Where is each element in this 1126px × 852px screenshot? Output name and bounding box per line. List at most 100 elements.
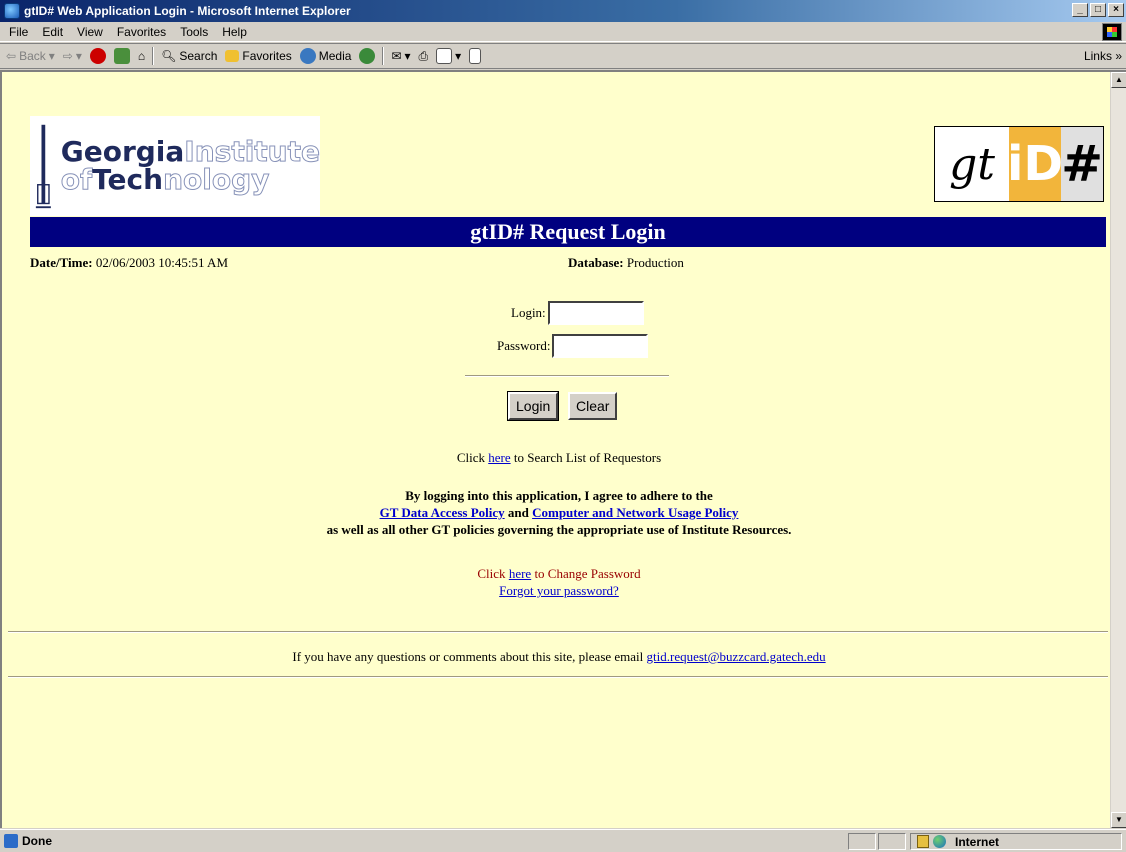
zone-label: Internet <box>955 834 1000 849</box>
menu-favorites[interactable]: Favorites <box>110 25 173 39</box>
edit-button[interactable]: ▾ <box>432 48 465 64</box>
search-requestors-line: Click here to Search List of Requestors <box>8 450 1110 466</box>
forgot-password-link[interactable]: Forgot your password? <box>499 583 619 598</box>
scroll-down-icon[interactable]: ▼ <box>1111 812 1126 828</box>
mail-icon: ✉ <box>391 49 402 63</box>
menu-bar: File Edit View Favorites Tools Help <box>0 22 1126 42</box>
menu-file[interactable]: File <box>2 25 35 39</box>
login-button[interactable]: Login <box>506 391 560 421</box>
footer-text: If you have any questions or comments ab… <box>292 649 644 664</box>
change-suffix: to Change Password <box>534 566 641 581</box>
favorites-label: Favorites <box>242 49 292 63</box>
favorites-button[interactable]: Favorites <box>221 49 295 63</box>
policy-and: and <box>507 505 529 520</box>
close-button[interactable]: × <box>1108 3 1124 17</box>
search-prefix: Click <box>456 450 485 465</box>
chevron-down-icon: ▾ <box>404 49 411 63</box>
search-requestors-link[interactable]: here <box>488 450 510 465</box>
refresh-button[interactable] <box>110 48 134 64</box>
georgia-tech-logo: GeorgiaInstitute ofTechnology <box>30 116 320 216</box>
history-icon <box>359 48 376 64</box>
login-row: Login: <box>511 301 644 325</box>
toolbar: ⇦ Back ▾ ⇨ ▾ ⌂ 🔍︎ Search Favorites Media… <box>0 43 1126 69</box>
print-icon: ⎙ <box>418 48 429 63</box>
footer-email-link[interactable]: gtid.request@buzzcard.gatech.edu <box>647 649 826 664</box>
stop-button[interactable] <box>86 48 110 64</box>
login-input[interactable] <box>547 301 644 325</box>
database-row: Database: Production <box>568 255 684 271</box>
links-label: Links <box>1083 49 1112 63</box>
minimize-button[interactable]: _ <box>1072 3 1088 17</box>
history-button[interactable] <box>355 48 379 64</box>
media-label: Media <box>318 49 352 63</box>
title-bar: gtID# Web Application Login - Microsoft … <box>0 0 1126 22</box>
ie-icon <box>4 3 20 19</box>
scroll-up-icon[interactable]: ▲ <box>1111 72 1126 88</box>
password-label: Password: <box>497 338 551 353</box>
clear-button[interactable]: Clear <box>568 392 618 420</box>
search-label: Search <box>179 49 218 63</box>
discuss-button[interactable] <box>465 48 485 64</box>
logo-tech: Tech <box>92 163 164 196</box>
status-pane <box>848 833 876 850</box>
gtid-logo: gt iD # <box>934 126 1104 202</box>
database-label: Database: <box>568 255 624 270</box>
change-password-line: Click here to Change Password <box>8 566 1110 582</box>
change-prefix: Click <box>477 566 506 581</box>
datetime-row: Date/Time: 02/06/2003 10:45:51 AM <box>30 255 228 271</box>
search-icon: 🔍︎ <box>161 49 177 63</box>
menu-edit[interactable]: Edit <box>35 25 70 39</box>
back-arrow-icon: ⇦ <box>6 49 17 63</box>
security-zone[interactable]: Internet <box>910 833 1122 850</box>
back-label: Back <box>19 49 46 63</box>
data-access-policy-link[interactable]: GT Data Access Policy <box>380 505 505 520</box>
menu-tools[interactable]: Tools <box>173 25 215 39</box>
menu-view[interactable]: View <box>70 25 110 39</box>
print-button[interactable]: ⎙ <box>415 49 433 64</box>
edit-icon <box>436 48 453 64</box>
footer-divider-bottom <box>8 676 1108 678</box>
media-button[interactable]: Media <box>296 48 356 64</box>
status-area: Done <box>0 834 52 848</box>
search-button[interactable]: 🔍︎ Search <box>157 49 221 63</box>
policy-line-2: GT Data Access Policy and Computer and N… <box>8 505 1110 521</box>
forward-arrow-icon: ⇨ <box>62 49 73 63</box>
chevron-down-icon: ▾ <box>48 49 55 63</box>
toolbar-separator <box>382 47 385 65</box>
policy-line-3: as well as all other GT policies governi… <box>326 522 792 537</box>
menu-help[interactable]: Help <box>215 25 254 39</box>
status-pane <box>878 833 906 850</box>
page-done-icon <box>4 834 18 848</box>
back-button[interactable]: ⇦ Back ▾ <box>2 49 59 63</box>
status-text: Done <box>22 834 52 848</box>
datetime-label: Date/Time: <box>30 255 93 270</box>
database-value: Production <box>626 255 684 270</box>
globe-icon <box>933 835 946 848</box>
windows-logo-icon <box>1102 23 1122 41</box>
usage-policy-link[interactable]: Computer and Network Usage Policy <box>532 505 738 520</box>
chevron-down-icon: ▾ <box>75 49 82 63</box>
favorites-icon <box>225 50 240 62</box>
forward-button[interactable]: ⇨ ▾ <box>59 49 86 63</box>
change-password-link[interactable]: here <box>509 566 531 581</box>
page-content: GeorgiaInstitute ofTechnology gt iD # gt… <box>8 96 1110 828</box>
discuss-icon <box>469 48 482 64</box>
maximize-button[interactable]: □ <box>1090 3 1106 17</box>
mail-button[interactable]: ✉ ▾ <box>387 49 414 63</box>
form-divider <box>465 375 669 377</box>
footer-divider-top <box>8 631 1108 633</box>
gtid-logo-gt: gt <box>935 127 1010 201</box>
footer-line: If you have any questions or comments ab… <box>8 649 1110 665</box>
media-icon <box>299 48 316 64</box>
password-input[interactable] <box>552 334 649 358</box>
page-title-banner: gtID# Request Login <box>30 217 1106 247</box>
status-bar: Done Internet <box>0 829 1126 852</box>
gtid-logo-hash: # <box>1061 127 1103 201</box>
refresh-icon <box>113 48 130 64</box>
stop-icon <box>89 48 106 64</box>
logo-of: of <box>60 163 93 196</box>
links-toolbar[interactable]: Links » <box>1084 49 1122 63</box>
home-button[interactable]: ⌂ <box>134 49 149 63</box>
forgot-password-line: Forgot your password? <box>8 583 1110 599</box>
vertical-scrollbar[interactable]: ▲ ▼ <box>1110 72 1126 828</box>
